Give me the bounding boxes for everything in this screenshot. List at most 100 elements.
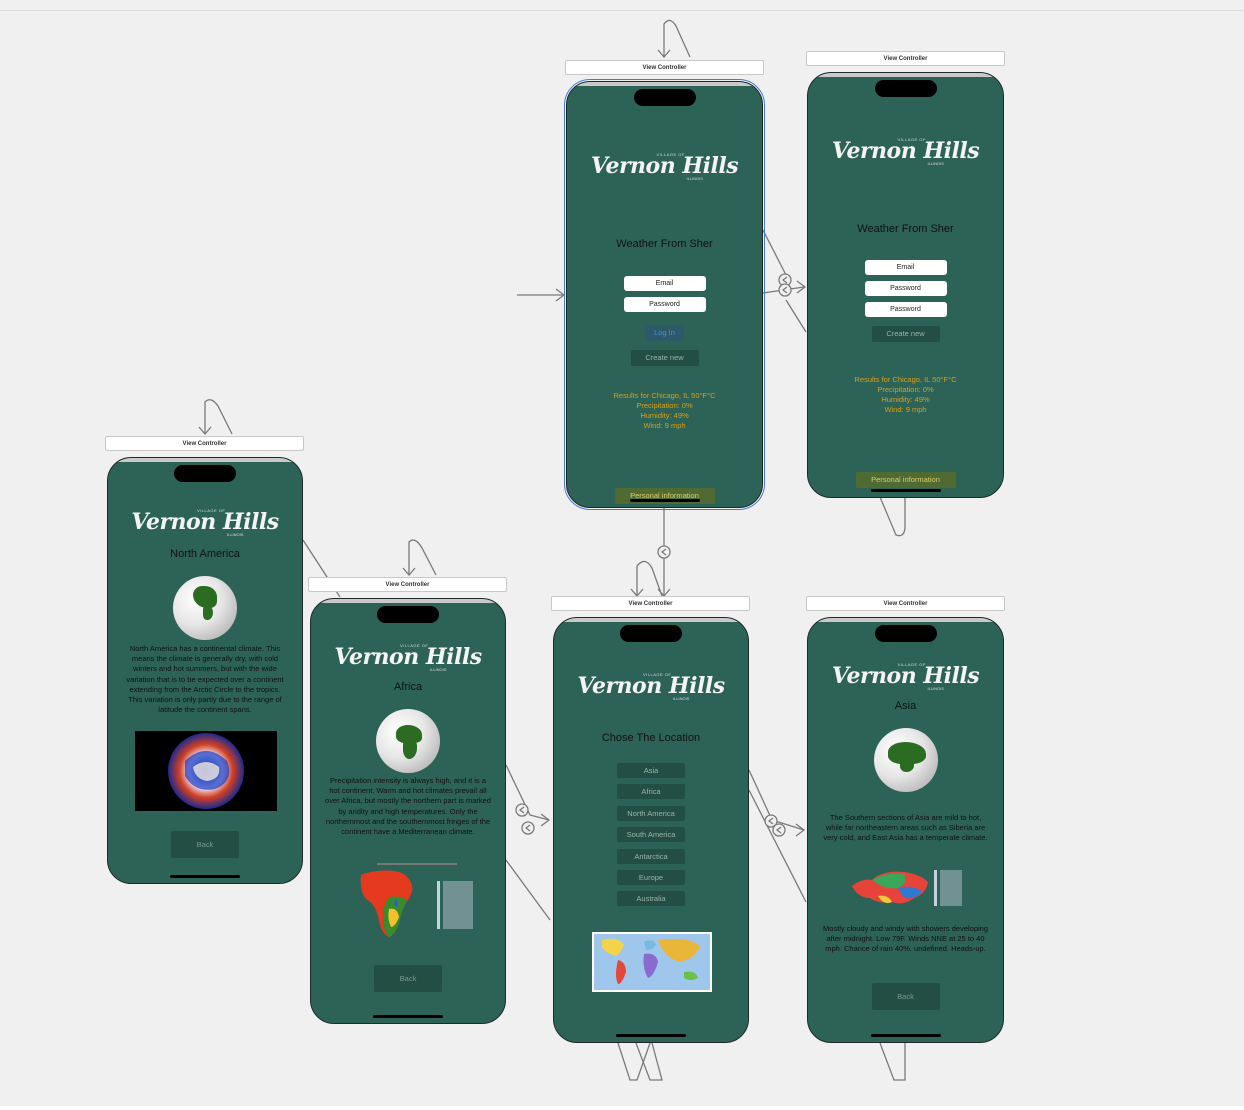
login-screen[interactable]: VILLAGE OF Vernon Hills ILLINOIS Weather… — [564, 79, 765, 510]
segue-loop-asia — [879, 1042, 906, 1081]
logo-village-text: VILLAGE OF — [897, 137, 926, 142]
login-button[interactable]: Log In — [645, 325, 684, 341]
logo-script-text: Vernon Hills — [577, 673, 725, 699]
precipitation-line: Precipitation: 0% — [877, 385, 934, 394]
asia-screen[interactable]: VILLAGE OF Vernon Hills ILLINOIS Asia Th… — [807, 617, 1004, 1043]
location-south-america-button[interactable]: South America — [617, 827, 685, 842]
north-america-screen[interactable]: VILLAGE OF Vernon Hills ILLINOIS North A… — [107, 457, 303, 884]
dynamic-island — [633, 89, 696, 106]
logo-state-text: ILLINOIS — [673, 696, 690, 701]
logo-state-text: ILLINOIS — [927, 686, 944, 691]
dynamic-island — [377, 606, 439, 623]
personal-information-button[interactable]: Personal information — [855, 472, 956, 488]
logo-village-text: VILLAGE OF — [643, 672, 672, 677]
logo-script-text: Vernon Hills — [831, 663, 980, 689]
status-bar — [311, 599, 505, 603]
location-north-america-button[interactable]: North America — [617, 806, 685, 821]
weather-results: Results for Chicago, IL 50°F°C Precipita… — [808, 375, 1003, 415]
precipitation-line: Precipitation: 0% — [636, 401, 693, 410]
home-indicator — [870, 489, 941, 492]
password-field[interactable]: Password — [623, 297, 706, 312]
africa-climate-map-image — [360, 863, 473, 937]
logo-state-text: ILLINOIS — [430, 667, 447, 672]
logo-script-text: Vernon Hills — [831, 138, 980, 164]
temperature-globe-image — [135, 731, 277, 811]
logo-village-text: VILLAGE OF — [400, 643, 429, 648]
vernon-hills-logo: VILLAGE OF Vernon Hills ILLINOIS — [567, 152, 762, 181]
status-bar — [567, 82, 762, 86]
climate-description: Precipitation intensity is always high, … — [325, 776, 491, 837]
segue-loop-signup — [879, 496, 906, 537]
logo-script-text: Vernon Hills — [131, 509, 279, 535]
app-title: Weather From Sher — [857, 223, 954, 235]
logo-state-text: ILLINOIS — [227, 532, 244, 537]
email-field[interactable]: Email — [864, 260, 947, 275]
choose-location-title: Chose The Location — [601, 732, 701, 744]
dynamic-island — [874, 625, 937, 642]
password-field[interactable]: Password — [864, 281, 947, 296]
back-button[interactable]: Back — [171, 831, 239, 858]
continent-title: North America — [170, 548, 240, 560]
location-australia-button[interactable]: Australia — [617, 891, 685, 906]
location-asia-button[interactable]: Asia — [617, 763, 685, 778]
vernon-hills-logo: VILLAGE OF Vernon Hills ILLINOIS — [108, 508, 302, 537]
logo-village-text: VILLAGE OF — [197, 508, 226, 513]
logo-state-text: ILLINOIS — [927, 161, 944, 166]
asia-climate-map-image — [852, 870, 962, 906]
location-africa-button[interactable]: Africa — [617, 784, 685, 799]
logo-script-text: Vernon Hills — [590, 153, 739, 179]
logo-state-text: ILLINOIS — [686, 176, 703, 181]
status-bar — [808, 73, 1003, 77]
home-indicator — [870, 1034, 941, 1037]
dynamic-island — [874, 80, 937, 97]
home-indicator — [373, 1015, 443, 1018]
status-bar — [808, 618, 1003, 622]
location-screen[interactable]: VILLAGE OF Vernon Hills ILLINOIS Chose T… — [553, 617, 749, 1043]
vernon-hills-logo: VILLAGE OF Vernon Hills ILLINOIS — [554, 672, 748, 701]
vc-label-login[interactable]: View Controller — [565, 60, 764, 75]
back-button[interactable]: Back — [871, 983, 940, 1010]
climate-description: North America has a continental climate.… — [126, 644, 284, 715]
weather-forecast: Mostly cloudy and windy with showers dev… — [822, 924, 989, 954]
create-new-button[interactable]: Create new — [630, 350, 699, 366]
signup-screen[interactable]: VILLAGE OF Vernon Hills ILLINOIS Weather… — [807, 72, 1004, 498]
vc-label-asia[interactable]: View Controller — [806, 596, 1005, 611]
confirm-password-field[interactable]: Password — [864, 302, 947, 317]
results-line: Results for Chicago, IL 50°F°C — [613, 391, 716, 400]
app-title: Weather From Sher — [616, 238, 713, 250]
humidity-line: Humidity: 49% — [881, 395, 930, 404]
dynamic-island — [620, 625, 682, 642]
vc-label-signup[interactable]: View Controller — [806, 51, 1005, 66]
location-antarctica-button[interactable]: Antarctica — [617, 849, 685, 864]
vernon-hills-logo: VILLAGE OF Vernon Hills ILLINOIS — [311, 643, 505, 672]
home-indicator — [170, 875, 240, 878]
dynamic-island — [174, 465, 236, 482]
africa-screen[interactable]: VILLAGE OF Vernon Hills ILLINOIS Africa … — [310, 598, 506, 1024]
status-bar — [108, 458, 302, 462]
logo-village-text: VILLAGE OF — [897, 662, 926, 667]
create-new-button[interactable]: Create new — [871, 326, 940, 342]
vernon-hills-logo: VILLAGE OF Vernon Hills ILLINOIS — [808, 137, 1003, 166]
segue-loop-location — [617, 1042, 651, 1081]
back-button[interactable]: Back — [374, 965, 442, 992]
world-map-image — [592, 932, 712, 992]
logo-village-text: VILLAGE OF — [656, 152, 685, 157]
vc-label-north-america[interactable]: View Controller — [105, 436, 304, 451]
logo-script-text: Vernon Hills — [334, 644, 482, 670]
wind-line: Wind: 9 mph — [884, 405, 927, 414]
status-bar — [554, 618, 748, 622]
vc-label-location[interactable]: View Controller — [551, 596, 750, 611]
home-indicator — [616, 1034, 686, 1037]
climate-description: The Southern sections of Asia are mild t… — [823, 813, 988, 843]
weather-results: Results for Chicago, IL 50°F°C Precipita… — [567, 391, 762, 431]
continent-title: Asia — [894, 700, 917, 712]
location-europe-button[interactable]: Europe — [617, 870, 685, 885]
results-line: Results for Chicago, IL 50°F°C — [854, 375, 957, 384]
africa-globe-image — [376, 709, 440, 773]
email-field[interactable]: Email — [623, 276, 706, 291]
north-america-globe-image — [173, 576, 237, 640]
home-indicator — [629, 499, 700, 502]
humidity-line: Humidity: 49% — [640, 411, 689, 420]
vernon-hills-logo: VILLAGE OF Vernon Hills ILLINOIS — [808, 662, 1003, 691]
vc-label-africa[interactable]: View Controller — [308, 577, 507, 592]
